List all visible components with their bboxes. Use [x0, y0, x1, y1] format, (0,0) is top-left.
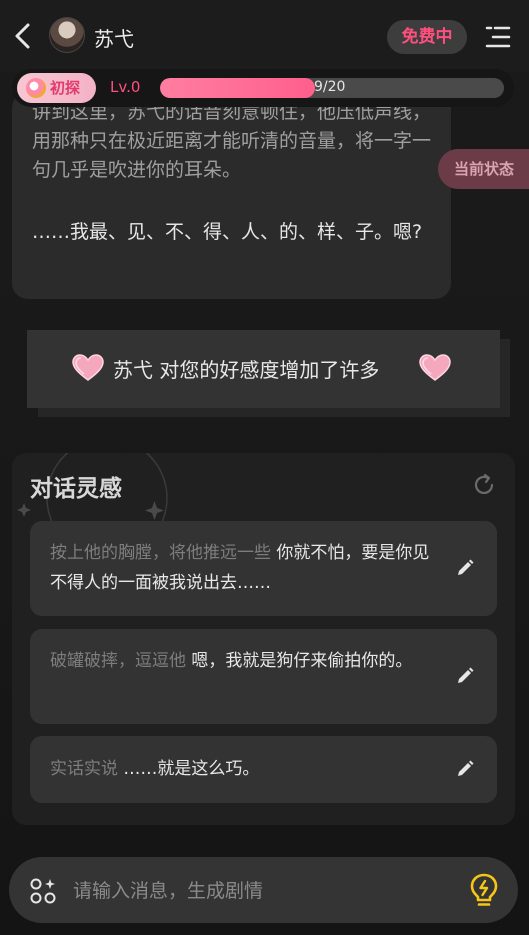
story-message-bubble: 讲到这里，苏弋的话音刻意顿住，他压低声线，用那种只在极近距离才能听清的音量，将一… — [12, 92, 451, 299]
suggestion-text: 按上他的胸膛，将他推远一些 你就不怕，要是你见不得人的一面被我说出去…… — [50, 538, 438, 598]
notice-message: 对您的好感度增加了许多 — [153, 358, 380, 382]
notice-character-name: 苏弋 — [113, 358, 153, 382]
affection-progress-track: 9/20 — [160, 78, 504, 98]
pencil-icon — [458, 760, 474, 776]
relationship-stage-badge[interactable]: 初探 — [17, 73, 96, 103]
character-avatar[interactable] — [49, 17, 85, 53]
chat-screen: 讲到这里，苏弋的话音刻意顿住，他压低声线，用那种只在极近距离才能听清的音量，将一… — [0, 0, 529, 935]
affection-notice: 苏弋 对您的好感度增加了许多 — [27, 330, 500, 408]
inspiration-button[interactable] — [468, 872, 500, 908]
apps-grid-icon — [30, 878, 56, 904]
back-button[interactable] — [10, 20, 38, 52]
free-badge[interactable]: 免费中 — [387, 20, 467, 54]
menu-button[interactable] — [484, 24, 512, 50]
lollipop-icon — [26, 78, 46, 98]
top-bar: 苏弋 免费中 — [0, 0, 529, 72]
affection-level-bar[interactable]: 初探 Lv.0 9/20 — [12, 69, 514, 107]
inspiration-title: 对话灵感 — [30, 475, 122, 502]
current-state-button[interactable]: 当前状态 — [438, 149, 529, 189]
heart-icon — [419, 354, 451, 381]
message-input-bar — [9, 857, 518, 923]
heart-icon — [72, 354, 104, 381]
character-name: 苏弋 — [94, 27, 134, 51]
affection-progress-text: 9/20 — [314, 79, 346, 95]
story-narration: 讲到这里，苏弋的话音刻意顿住，他压低声线，用那种只在极近距离才能听清的音量，将一… — [32, 101, 432, 181]
relationship-stage-label: 初探 — [50, 79, 81, 97]
suggestion-action: 破罐破摔，逗逗他 — [50, 651, 192, 671]
affection-notice-text: 苏弋 对您的好感度增加了许多 — [113, 354, 379, 383]
pencil-icon — [458, 559, 474, 575]
refresh-icon — [474, 473, 494, 494]
edit-suggestion-button[interactable] — [454, 665, 476, 687]
suggestion-card[interactable]: 实话实说 ……就是这么巧。 — [30, 736, 497, 803]
level-label: Lv.0 — [110, 78, 141, 96]
pencil-icon — [458, 667, 474, 683]
chevron-left-icon — [15, 23, 30, 49]
edit-suggestion-button[interactable] — [454, 557, 476, 579]
lightbulb-icon — [470, 873, 498, 906]
suggestion-text: 实话实说 ……就是这么巧。 — [50, 754, 438, 784]
suggestion-text: 破罐破摔，逗逗他 嗯，我就是狗仔来偷拍你的。 — [50, 646, 438, 676]
dialogue-inspiration-panel: 对话灵感 按上他的胸膛，将他推远一些 你就不怕，要是你见不得人的一面被我说出去…… — [12, 453, 515, 825]
more-tools-button[interactable] — [29, 876, 59, 906]
list-menu-icon — [485, 26, 511, 48]
story-dialogue: ……我最、见、不、得、人、的、样、子。嗯? — [32, 221, 423, 243]
suggestion-action: 实话实说 — [50, 759, 124, 779]
edit-suggestion-button[interactable] — [454, 758, 476, 780]
affection-progress-fill — [160, 78, 315, 98]
suggestion-action: 按上他的胸膛，将他推远一些 — [50, 543, 277, 563]
suggestion-speech: ……就是这么巧。 — [123, 759, 260, 779]
suggestion-card[interactable]: 破罐破摔，逗逗他 嗯，我就是狗仔来偷拍你的。 — [30, 629, 497, 724]
suggestion-speech: 嗯，我就是狗仔来偷拍你的。 — [191, 651, 413, 671]
refresh-button[interactable] — [471, 472, 497, 498]
suggestion-card[interactable]: 按上他的胸膛，将他推远一些 你就不怕，要是你见不得人的一面被我说出去…… — [30, 521, 497, 616]
message-input[interactable] — [73, 876, 453, 906]
